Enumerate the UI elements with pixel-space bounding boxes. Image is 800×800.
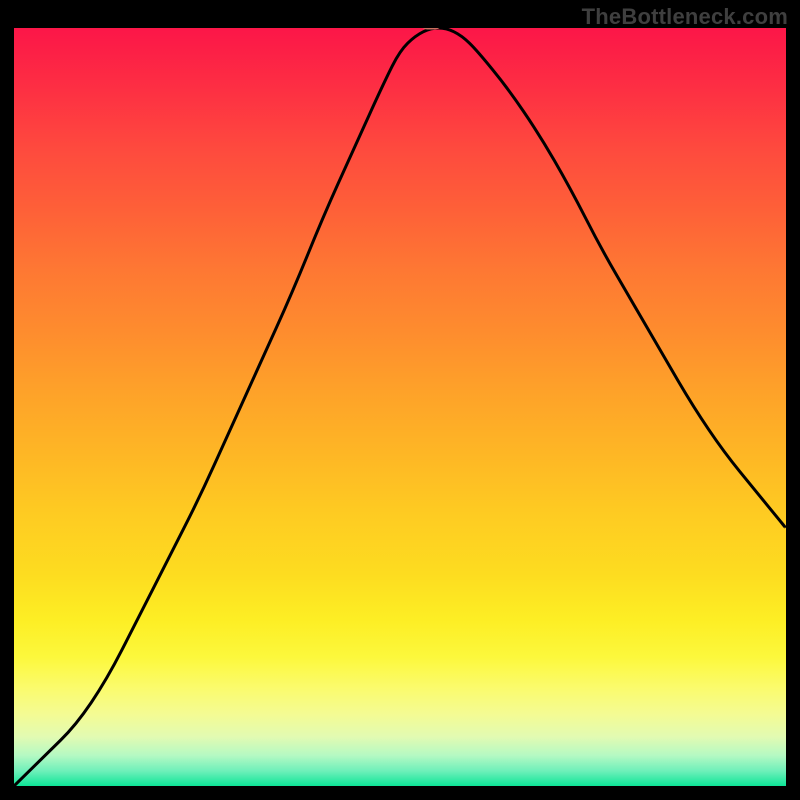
watermark-text: TheBottleneck.com <box>582 4 788 30</box>
plot-area <box>14 28 786 786</box>
chart-frame: TheBottleneck.com <box>0 0 800 800</box>
curve-path <box>14 28 786 786</box>
bottleneck-curve <box>14 28 786 786</box>
